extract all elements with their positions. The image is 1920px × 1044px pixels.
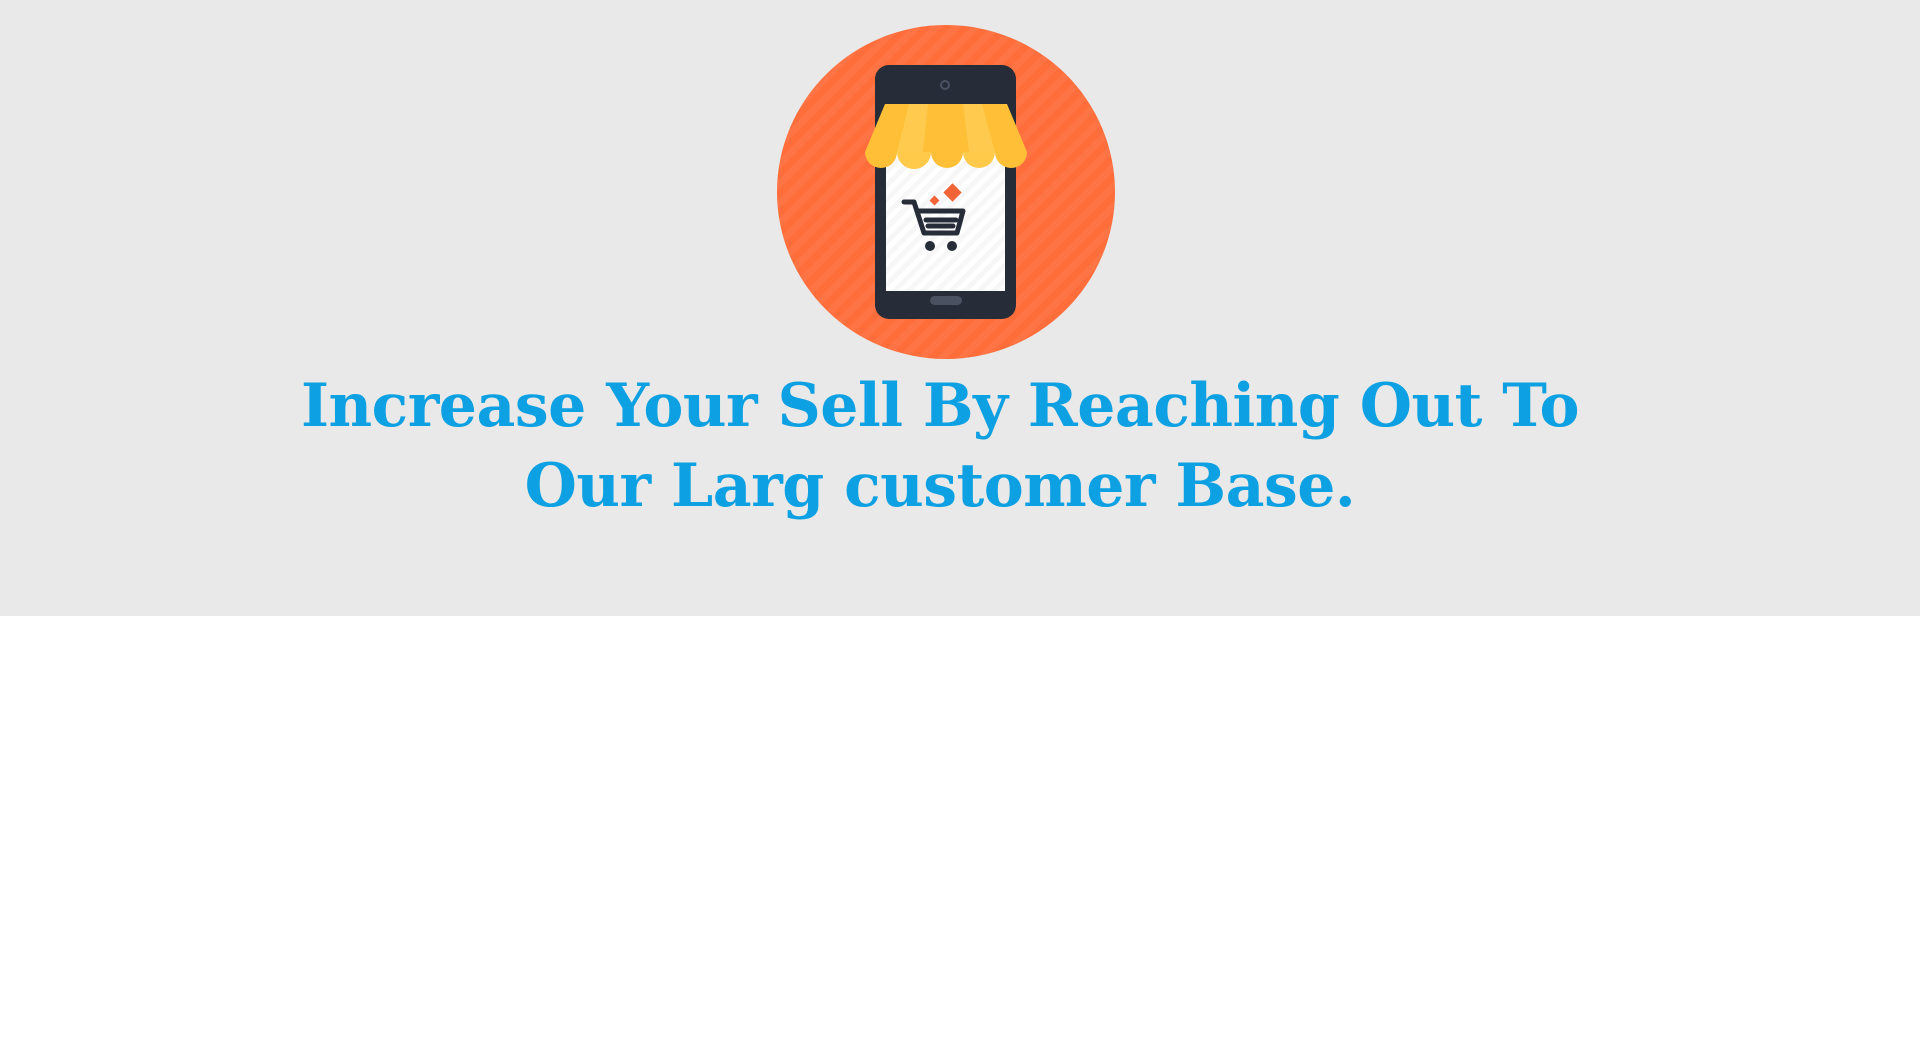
content-area	[0, 616, 1920, 1044]
awning	[865, 104, 1027, 152]
mobile-shop-icon	[776, 24, 1116, 360]
hero-section: Increase Your Sell By Reaching Out To Ou…	[0, 0, 1920, 616]
hero-headline: Increase Your Sell By Reaching Out To Ou…	[300, 371, 1580, 521]
